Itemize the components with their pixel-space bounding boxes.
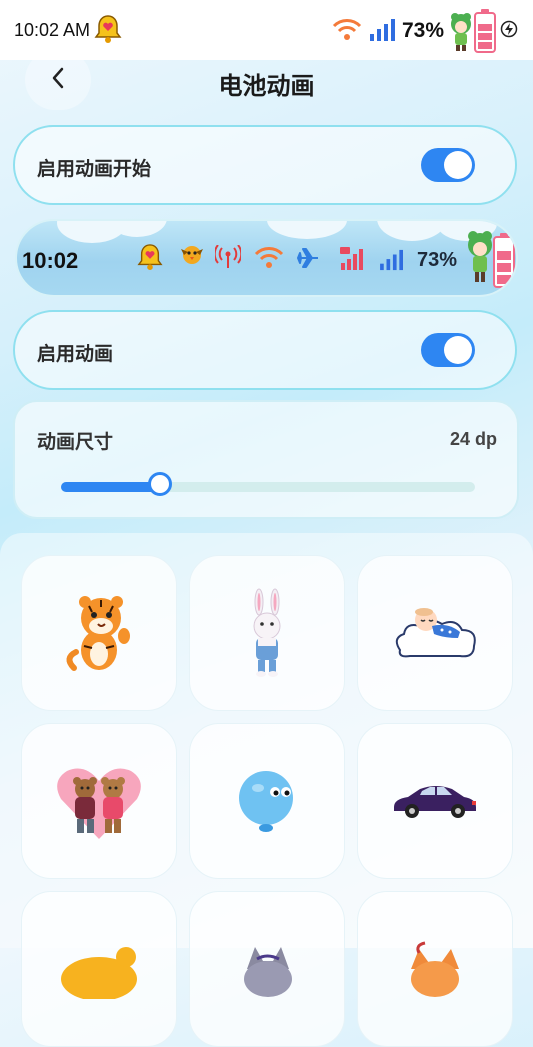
animation-grid — [0, 533, 533, 1047]
size-slider-fill — [61, 482, 161, 492]
enable-animation-label: 启用动画 — [37, 344, 114, 365]
signal-icon — [379, 249, 405, 276]
enable-animation-start-label: 启用动画开始 — [37, 159, 152, 180]
status-bar-preview: 10:02 73% — [15, 219, 518, 297]
animation-tile-orange-creature[interactable] — [21, 891, 177, 1047]
status-battery-percent: 73% — [402, 19, 445, 42]
preview-time: 10:02 — [22, 248, 79, 273]
animation-size-label: 动画尺寸 — [37, 432, 114, 453]
fox-icon — [411, 941, 459, 997]
enable-animation-start-row[interactable]: 启用动画开始 — [13, 125, 517, 205]
baby-cloud-icon — [395, 608, 476, 658]
preview-battery-percent: 73% — [417, 249, 458, 271]
signal-4g-icon — [339, 245, 365, 276]
wifi-icon — [254, 245, 284, 274]
page-title: 电池动画 — [218, 73, 315, 100]
character-icon — [446, 12, 476, 57]
animation-tile-bear-couple[interactable] — [21, 723, 177, 879]
cat-icon — [244, 947, 292, 997]
animation-tile-baby-cloud[interactable] — [357, 555, 513, 711]
bell-heart-icon — [137, 243, 163, 276]
animation-tile-bunny[interactable] — [189, 555, 345, 711]
status-bar: 10:02 AM 73% — [0, 0, 533, 60]
animation-tile-balloon[interactable] — [189, 723, 345, 879]
car-icon — [394, 786, 476, 818]
battery-icon — [473, 8, 497, 59]
animation-tile-fox[interactable] — [357, 891, 513, 1047]
toggle-knob — [444, 151, 472, 179]
status-time: 10:02 AM — [14, 20, 91, 40]
bell-heart-icon — [94, 14, 122, 49]
toggle-knob — [444, 336, 472, 364]
size-slider-track[interactable] — [61, 482, 475, 492]
bunny-icon — [253, 588, 281, 677]
airplane-icon — [296, 247, 320, 274]
animation-tile-cat[interactable] — [189, 891, 345, 1047]
orange-creature-icon — [61, 947, 137, 999]
animation-tile-tiger[interactable] — [21, 555, 177, 711]
enable-animation-toggle[interactable] — [421, 333, 475, 367]
character-battery-icon — [464, 229, 516, 295]
charging-icon — [500, 20, 518, 43]
balloon-icon — [239, 771, 293, 832]
enable-animation-start-toggle[interactable] — [421, 148, 475, 182]
animation-size-value: 24 dp — [449, 429, 497, 449]
size-slider-thumb[interactable] — [148, 472, 173, 496]
tiger-icon — [66, 596, 130, 671]
enable-animation-row[interactable]: 启用动画 — [13, 310, 517, 390]
wifi-icon — [332, 17, 362, 46]
signal-icon — [369, 18, 397, 47]
bird-icon — [178, 241, 206, 272]
animation-tile-car[interactable] — [357, 723, 513, 879]
hotspot-icon — [213, 244, 243, 274]
animation-size-card: 动画尺寸 24 dp — [13, 400, 519, 519]
bear-couple-icon — [57, 768, 141, 839]
